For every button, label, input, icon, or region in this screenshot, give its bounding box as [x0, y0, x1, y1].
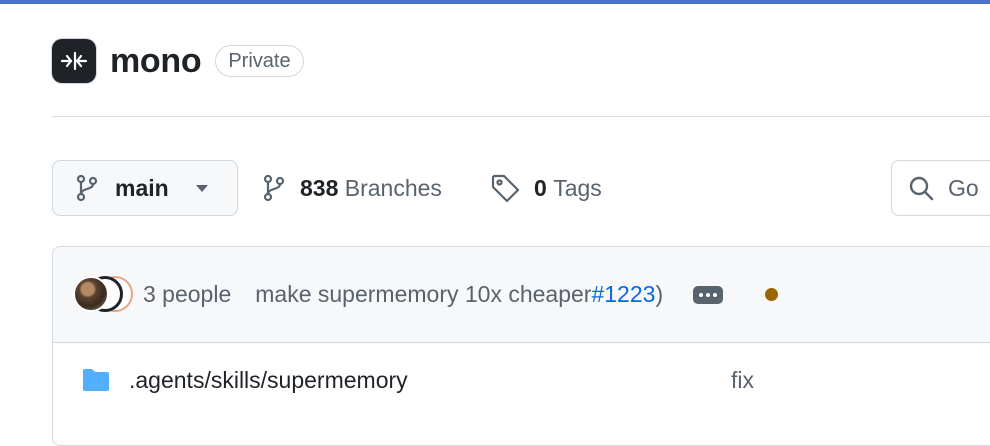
commit-authors-link[interactable]: 3 people	[143, 281, 231, 308]
commit-message: make supermemory 10x cheaper#1223)	[255, 281, 663, 308]
commit-message-link[interactable]: make supermemory 10x cheaper	[255, 281, 591, 307]
ellipsis-dot	[699, 292, 704, 297]
visibility-badge: Private	[215, 45, 304, 77]
file-commit-message-link[interactable]: fix	[731, 367, 754, 394]
header-divider	[52, 116, 990, 117]
commit-avatars[interactable]	[73, 275, 135, 314]
ellipsis-dot	[713, 292, 718, 297]
search-icon	[908, 175, 934, 201]
folder-icon	[81, 368, 111, 392]
file-table: 3 people make supermemory 10x cheaper#12…	[52, 246, 990, 446]
tags-label: Tags	[553, 174, 602, 201]
pr-link[interactable]: #1223	[591, 281, 655, 307]
tag-icon	[490, 173, 520, 203]
file-name-link[interactable]: .agents/skills/supermemory	[129, 367, 408, 394]
branch-selector-button[interactable]: main	[52, 160, 238, 216]
repo-logo-icon[interactable]	[52, 39, 96, 83]
commit-message-suffix: )	[655, 281, 664, 307]
chevron-down-icon	[195, 184, 209, 193]
tags-count: 0	[534, 174, 547, 201]
avatar	[73, 275, 109, 312]
search-placeholder: Go	[948, 174, 979, 201]
git-branch-icon	[75, 174, 99, 202]
branches-count: 838	[300, 174, 339, 201]
repo-name-link[interactable]: mono	[110, 42, 202, 81]
commit-status-dot[interactable]	[765, 288, 779, 301]
latest-commit-row: 3 people make supermemory 10x cheaper#12…	[53, 247, 990, 343]
table-row: .agents/skills/supermemory fix	[53, 343, 990, 417]
expand-commit-button[interactable]	[693, 285, 724, 304]
window-top-border	[0, 0, 990, 4]
branches-label: Branches	[344, 174, 442, 201]
repo-header: mono Private	[52, 38, 304, 84]
git-branch-icon	[262, 174, 286, 202]
current-branch-label: main	[115, 174, 169, 201]
ellipsis-dot	[706, 292, 711, 297]
branches-link[interactable]: 838 Branches	[262, 170, 442, 206]
go-to-file-search[interactable]: Go	[891, 160, 990, 216]
tags-link[interactable]: 0 Tags	[490, 170, 602, 206]
